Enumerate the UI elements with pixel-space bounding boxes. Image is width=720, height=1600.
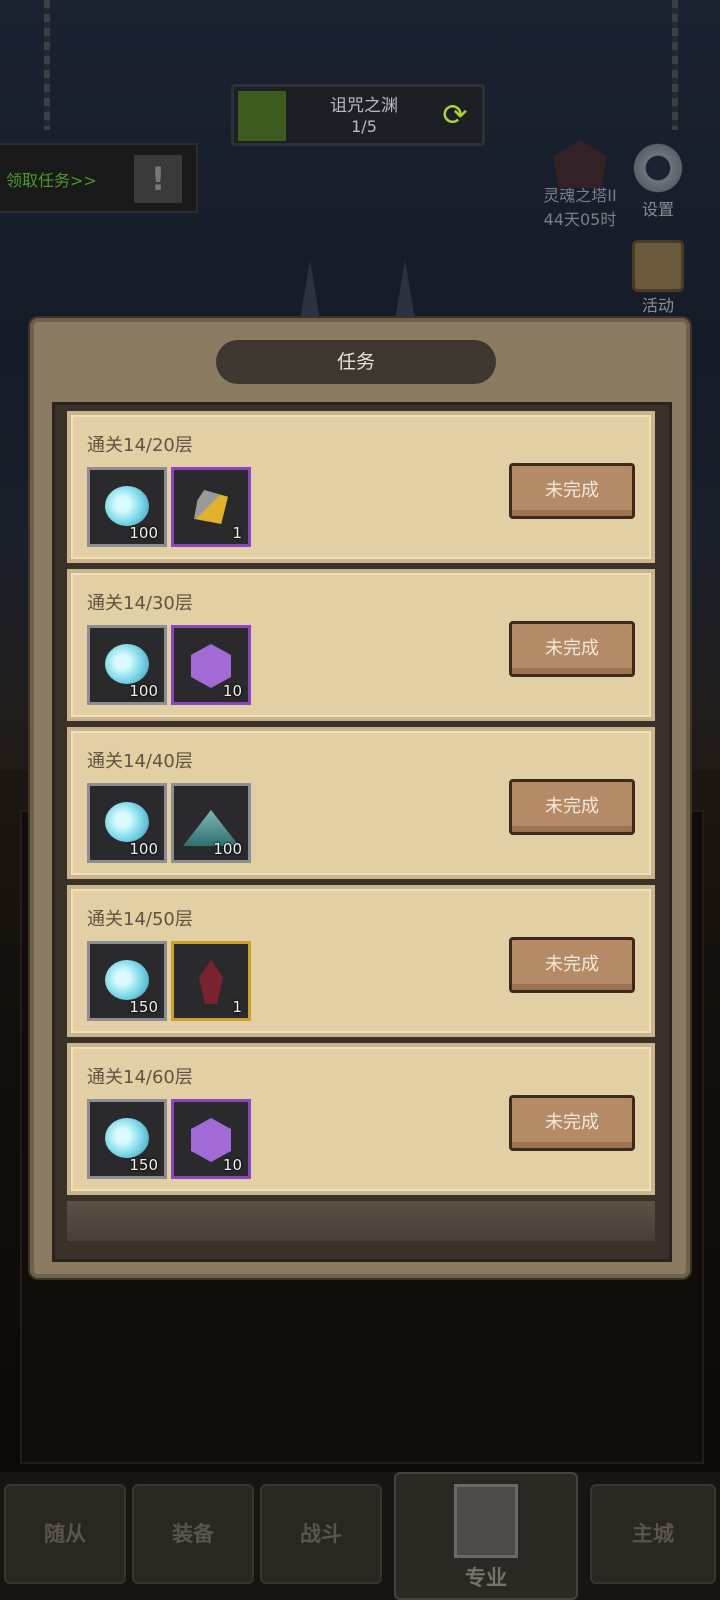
crystal-icon [199, 960, 223, 1004]
nav-main-city[interactable]: 主城 [590, 1484, 716, 1584]
chain-decoration [672, 0, 678, 130]
nav-profession-label: 专业 [465, 1566, 507, 1590]
gear-icon [630, 140, 686, 196]
task-status-button[interactable]: 未完成 [509, 621, 635, 677]
tower-icon [553, 140, 607, 188]
soul-icon [105, 486, 149, 526]
task-title: 通关14/30层 [87, 593, 193, 614]
reward-quantity: 100 [213, 840, 242, 858]
spike-decoration [300, 260, 320, 320]
level-name: 诅咒之渊 [330, 96, 398, 116]
soul-icon [105, 644, 149, 684]
task-title: 通关14/20层 [87, 435, 193, 456]
spike-decoration [395, 260, 415, 320]
task-status-button[interactable]: 未完成 [509, 1095, 635, 1151]
reward-quantity: 10 [222, 1156, 242, 1174]
soul-icon [105, 802, 149, 842]
reward-item[interactable]: 100 [87, 467, 167, 547]
bottom-nav: 随从 装备 战斗 专业 主城 [0, 1472, 720, 1600]
reward-item[interactable]: 100 [87, 625, 167, 705]
soul-icon [105, 960, 149, 1000]
reward-item[interactable]: 10 [171, 1099, 251, 1179]
events-label: 活动 [641, 296, 674, 315]
list-scroll-edge [67, 1201, 655, 1241]
level-progress-count: 1/5 [351, 117, 377, 136]
reward-item[interactable]: 150 [87, 1099, 167, 1179]
reward-quantity: 150 [129, 998, 158, 1016]
reward-item[interactable]: 150 [87, 941, 167, 1021]
tower-indicator[interactable]: 灵魂之塔II 44天05时 [530, 140, 630, 230]
quest-tab-label: 领取任务>> [6, 171, 97, 190]
tower-time: 44天05时 [543, 210, 617, 229]
quest-tab[interactable]: 领取任务>> ! [0, 143, 198, 213]
level-progress-box[interactable]: 诅咒之渊 1/5 ⟳ [231, 84, 485, 146]
task-dialog: 任务 通关14/20层 100 1 未完成 通关14/30层 100 10 未完… [30, 318, 690, 1278]
task-list[interactable]: 通关14/20层 100 1 未完成 通关14/30层 100 10 未完成 通… [52, 402, 672, 1262]
reward-quantity: 100 [129, 840, 158, 858]
task-status-button[interactable]: 未完成 [509, 779, 635, 835]
reward-item[interactable]: 1 [171, 467, 251, 547]
settings-button[interactable]: 设置 [618, 140, 698, 220]
nav-profession[interactable]: 专业 [394, 1472, 578, 1600]
task-title: 通关14/50层 [87, 909, 193, 930]
task-card: 通关14/40层 100 100 未完成 [67, 727, 655, 879]
reward-quantity: 150 [129, 1156, 158, 1174]
reward-item[interactable]: 1 [171, 941, 251, 1021]
task-card: 通关14/50层 150 1 未完成 [67, 885, 655, 1037]
level-progress-fill [238, 91, 286, 141]
swap-icon[interactable]: ⟳ [438, 99, 472, 133]
settings-label: 设置 [641, 200, 674, 219]
reward-item[interactable]: 10 [171, 625, 251, 705]
nav-equipment[interactable]: 装备 [132, 1484, 254, 1584]
task-status-button[interactable]: 未完成 [509, 937, 635, 993]
task-title: 通关14/60层 [87, 1067, 193, 1088]
task-card: 通关14/60层 150 10 未完成 [67, 1043, 655, 1195]
nav-battle[interactable]: 战斗 [260, 1484, 382, 1584]
task-card: 通关14/30层 100 10 未完成 [67, 569, 655, 721]
reward-item[interactable]: 100 [87, 783, 167, 863]
exclamation-icon: ! [134, 155, 182, 203]
task-card: 通关14/20层 100 1 未完成 [67, 411, 655, 563]
events-button[interactable]: 活动 [618, 240, 698, 316]
nav-followers[interactable]: 随从 [4, 1484, 126, 1584]
dialog-title: 任务 [216, 340, 496, 384]
reward-item[interactable]: 100 [171, 783, 251, 863]
reward-quantity: 10 [222, 682, 242, 700]
ore-icon [194, 490, 228, 524]
book-icon [454, 1484, 518, 1558]
reward-quantity: 1 [232, 524, 242, 542]
soul-icon [105, 1118, 149, 1158]
scroll-icon [632, 240, 684, 292]
reward-quantity: 100 [129, 682, 158, 700]
chain-decoration [44, 0, 50, 130]
reward-quantity: 1 [232, 998, 242, 1016]
task-status-button[interactable]: 未完成 [509, 463, 635, 519]
reward-quantity: 100 [129, 524, 158, 542]
task-title: 通关14/40层 [87, 751, 193, 772]
